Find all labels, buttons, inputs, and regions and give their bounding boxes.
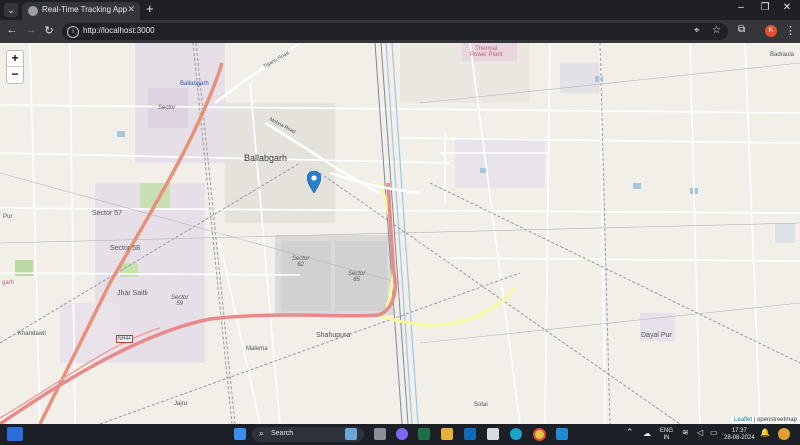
map-label-sector-58: Sector 58: [110, 245, 140, 252]
back-icon[interactable]: ←: [5, 24, 19, 36]
globe-icon: [28, 6, 38, 16]
vscode-icon[interactable]: [556, 428, 568, 440]
map-label-ballabgarh-station: Ballabgarh: [180, 81, 209, 87]
browser-tab[interactable]: Real-Time Tracking App ✕: [22, 2, 140, 20]
url-text[interactable]: http://localhost:3000: [83, 26, 155, 35]
new-tab-icon[interactable]: +: [146, 1, 154, 16]
clock[interactable]: 17:37 28-08-2024: [724, 428, 755, 442]
zoom-in-button[interactable]: +: [7, 51, 23, 67]
wifi-icon[interactable]: ≋: [682, 429, 689, 437]
forward-icon[interactable]: →: [24, 24, 38, 36]
language-bottom: IN: [663, 435, 670, 441]
chevron-up-icon[interactable]: ⌃: [626, 428, 634, 437]
osm-attribution: | openstreetmap: [753, 417, 797, 423]
store-icon[interactable]: [487, 428, 499, 440]
tab-search-icon[interactable]: ⌄: [4, 3, 18, 17]
zoom-out-button[interactable]: −: [7, 67, 23, 82]
outlook-icon[interactable]: [464, 428, 476, 440]
map-label-sector-55: Sector: [158, 105, 176, 111]
restore-icon[interactable]: ❐: [755, 2, 775, 13]
reload-icon[interactable]: ↻: [42, 24, 56, 37]
battery-icon[interactable]: ▭: [710, 429, 718, 437]
clock-time: 17:37: [731, 428, 747, 434]
map-label-sector-59: Sector 59: [171, 295, 189, 307]
map-label-sector-62: Sector 62: [292, 256, 310, 268]
map-label-sotai: Sotai: [474, 402, 488, 408]
language-indicator[interactable]: ENG IN: [660, 428, 673, 442]
clock-date: 28-08-2024: [724, 435, 755, 441]
close-icon[interactable]: ✕: [127, 4, 135, 15]
cloud-icon[interactable]: ☁: [643, 430, 651, 438]
search-highlight-icon[interactable]: [345, 428, 357, 440]
language-top: ENG: [660, 428, 674, 434]
map-label-jajru: Jajru: [174, 401, 188, 407]
map-label-thermal-plant: Thermal Power Plant: [470, 46, 503, 58]
location-marker-icon[interactable]: [307, 171, 321, 193]
menu-icon[interactable]: ⋮: [785, 24, 796, 37]
minimize-icon[interactable]: –: [731, 2, 751, 13]
widgets-icon[interactable]: [7, 427, 23, 441]
map-label-shahupura: Shahupura: [316, 332, 351, 339]
map-container[interactable]: Ballabgarh Ballabgarh Thermal Power Plan…: [0, 43, 800, 424]
map-label-dayal-pur: Dayal Pur: [641, 332, 672, 339]
bookmark-star-icon[interactable]: ☆: [712, 25, 721, 36]
taskbar: ⌕ Search ⌃ ☁ ENG IN ≋ ◁ ▭ 17:37 28-08-20…: [0, 424, 800, 445]
copilot-icon[interactable]: [778, 428, 790, 440]
map-label-sector-57: Sector 57: [92, 210, 122, 217]
tab-strip: ⌄ Real-Time Tracking App ✕ + – ❐ ✕: [0, 0, 800, 20]
search-placeholder: Search: [271, 430, 294, 437]
map-attribution: Leaflet | openstreetmap: [731, 416, 800, 424]
extensions-icon[interactable]: ⧉: [738, 24, 745, 35]
notification-bell-icon[interactable]: 🔔: [760, 429, 770, 437]
task-view-icon[interactable]: [374, 428, 386, 440]
search-icon: ⌕: [259, 429, 264, 438]
start-icon[interactable]: [234, 428, 246, 440]
avatar[interactable]: K: [765, 25, 777, 37]
file-explorer-icon[interactable]: [441, 428, 453, 440]
map-label-khandawli: Khandawli: [18, 331, 46, 337]
location-icon[interactable]: ⌖: [694, 25, 700, 36]
map-label-garh: garh: [2, 280, 15, 286]
teams-icon[interactable]: [396, 428, 408, 440]
map-label-malerna: Malerna: [246, 346, 268, 352]
highway-shield-nh44: NH44: [116, 335, 133, 343]
tab-title: Real-Time Tracking App: [42, 5, 128, 14]
site-info-icon[interactable]: i: [67, 26, 79, 38]
leaflet-link[interactable]: Leaflet: [734, 417, 752, 423]
map-label-pur: Pur: [3, 214, 13, 220]
chrome-icon[interactable]: [533, 428, 546, 441]
excel-icon[interactable]: [418, 428, 430, 440]
edge-icon[interactable]: [510, 428, 522, 440]
window-close-icon[interactable]: ✕: [777, 2, 797, 13]
map-label-sector-65: Sector 65: [348, 271, 366, 283]
volume-icon[interactable]: ◁: [697, 429, 703, 437]
map-label-ballabgarh: Ballabgarh: [244, 153, 288, 163]
map-label-badraula: Badraula: [770, 52, 795, 58]
map-tiles: [0, 43, 800, 424]
browser-toolbar: ← → ↻ i http://localhost:3000 ⌖ ☆: [0, 20, 800, 43]
address-bar[interactable]: i http://localhost:3000 ⌖ ☆: [62, 23, 728, 40]
zoom-control: + −: [6, 50, 24, 84]
map-label-jhar-saitli: Jhar Saitli: [117, 290, 148, 297]
